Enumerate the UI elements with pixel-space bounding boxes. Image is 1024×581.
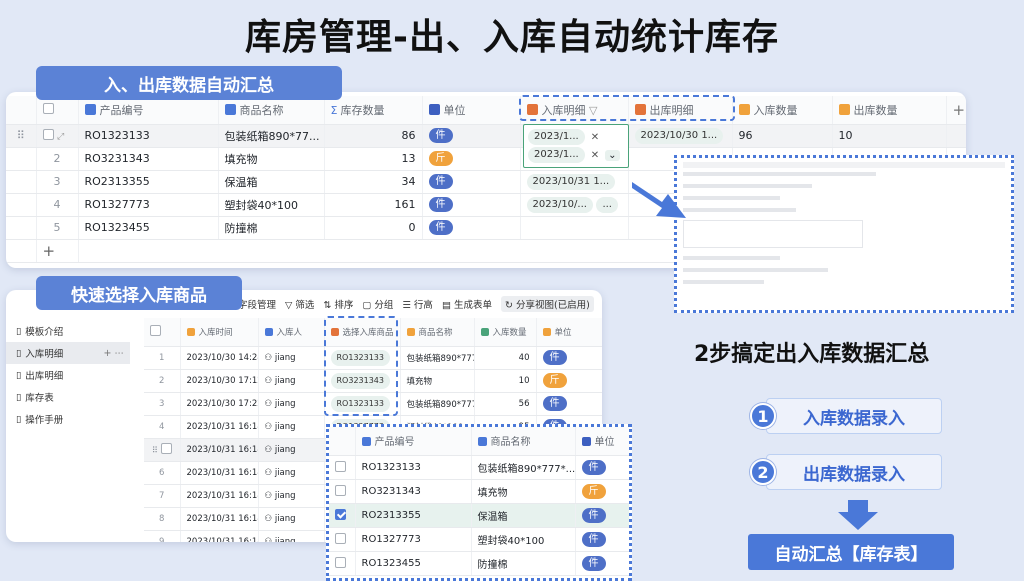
col-in-user[interactable]: 入库人: [258, 318, 325, 347]
col-product-code[interactable]: 产品编号: [78, 96, 219, 125]
select-all-checkbox[interactable]: [42, 103, 54, 115]
add-row-button[interactable]: +: [36, 239, 79, 263]
picker-row[interactable]: RO1323455 防撞棉件: [329, 551, 629, 576]
cell-name[interactable]: 保温箱: [218, 170, 325, 194]
picker-checkbox[interactable]: [335, 484, 346, 496]
toolbar-fields[interactable]: 字段管理: [238, 297, 276, 311]
cell-unit[interactable]: 件: [422, 216, 521, 240]
add-icon[interactable]: + ⋯: [104, 348, 124, 359]
record-detail-preview: [674, 155, 1014, 313]
cell-code[interactable]: RO1327773: [78, 193, 219, 217]
row-checkbox[interactable]: [42, 129, 54, 140]
picker-row[interactable]: RO3231343 填充物斤: [329, 479, 629, 504]
picker-checkbox[interactable]: [335, 556, 346, 568]
toolbar-sort[interactable]: ⇅ 排序: [323, 297, 353, 311]
cell-code[interactable]: RO3231343: [78, 147, 219, 171]
step-2: 2 出库数据录入: [750, 454, 942, 490]
col-in-qty[interactable]: 入库数量: [474, 318, 537, 347]
cell-name[interactable]: 塑封袋40*100: [218, 193, 325, 217]
cell-in-detail[interactable]: [520, 216, 629, 240]
in-out-detail-highlight: [519, 95, 735, 121]
col-in-time[interactable]: 入库时间: [180, 318, 259, 347]
cell-in-detail[interactable]: 2023/10/31 1...: [520, 170, 629, 194]
in-detail-editor[interactable]: 2023/1... ✕ 2023/1... ✕ ⌄: [523, 124, 629, 168]
cell-code[interactable]: RO1323133: [78, 124, 219, 148]
picker-checkbox[interactable]: [335, 508, 346, 520]
formula-icon: Σ: [330, 103, 338, 117]
toolbar-share[interactable]: ↻ 分享视图(已启用): [500, 296, 594, 312]
cell-stock[interactable]: 13: [324, 147, 423, 171]
cell-stock[interactable]: 0: [324, 216, 423, 240]
cell-in-detail[interactable]: 2023/10/... ...: [520, 193, 629, 217]
sidebar-item-manual[interactable]: ▯ 操作手册: [6, 408, 130, 430]
cell-out-detail[interactable]: 2023/10/30 1...: [628, 124, 733, 148]
table-row[interactable]: ⠿ ⤢ RO1323133 包装纸箱890*77... 86 件 2023/10…: [6, 124, 966, 148]
sidebar-item-inbound[interactable]: ▯ 入库明细 + ⋯: [6, 342, 130, 364]
cell-code[interactable]: RO1323455: [78, 216, 219, 240]
cell-unit[interactable]: 斤: [422, 147, 521, 171]
view-toolbar: 字段管理 ▽ 筛选 ⇅ 排序 ▢ 分组 ☰ 行高 ▤ 生成表单 ↻ 分享视图(已…: [238, 296, 602, 312]
row-number: 3: [36, 170, 79, 194]
remove-icon[interactable]: ✕: [591, 132, 599, 143]
toolbar-form[interactable]: ▤ 生成表单: [442, 297, 492, 311]
product-picker[interactable]: 产品编号 商品名称 单位 RO1323133 包装纸箱890*777*... 件 R…: [326, 424, 632, 581]
unit-badge: 件: [428, 197, 453, 212]
col-unit[interactable]: 单位: [422, 96, 521, 125]
remove-icon[interactable]: ✕: [591, 150, 599, 161]
col-product-name[interactable]: 商品名称: [400, 318, 475, 347]
cell-name[interactable]: 包装纸箱890*77...: [218, 124, 325, 148]
picker-row[interactable]: RO1327773 塑封袋40*100 件: [329, 527, 629, 552]
unit-badge: 件: [428, 174, 453, 189]
expand-icon[interactable]: ⤢: [57, 132, 64, 142]
add-column-button[interactable]: +: [946, 96, 966, 125]
row-number: 4: [36, 193, 79, 217]
unit-badge: 件: [428, 220, 453, 235]
cell-stock[interactable]: 34: [324, 170, 423, 194]
toolbar-filter[interactable]: ▽ 筛选: [285, 297, 314, 311]
sidebar: ▯ 模板介绍 ▯ 入库明细 + ⋯ ▯ 出库明细 ▯ 库存表 ▯ 操作手册: [6, 320, 130, 430]
cell-in-qty[interactable]: 96: [732, 124, 833, 148]
cell-name[interactable]: 填充物: [218, 147, 325, 171]
steps-title: 2步搞定出入库数据汇总: [694, 342, 930, 367]
sidebar-item-outbound[interactable]: ▯ 出库明细: [6, 364, 130, 386]
toolbar-row-height[interactable]: ☰ 行高: [402, 297, 433, 311]
cell-unit[interactable]: 件: [422, 170, 521, 194]
cell-out-qty[interactable]: 10: [832, 124, 947, 148]
unit-badge: 件: [428, 128, 453, 143]
result-box: 自动汇总【库存表】: [748, 534, 954, 570]
section-tag-select: 快速选择入库商品: [36, 276, 242, 310]
sidebar-item-stock[interactable]: ▯ 库存表: [6, 386, 130, 408]
toolbar-group[interactable]: ▢ 分组: [362, 297, 393, 311]
col-out-qty[interactable]: 出库数量: [832, 96, 947, 125]
picker-checkbox[interactable]: [335, 460, 346, 472]
cell-name[interactable]: 防撞棉: [218, 216, 325, 240]
picker-row[interactable]: RO1323133 包装纸箱890*777*... 件: [329, 455, 629, 480]
step-1: 1 入库数据录入: [750, 398, 942, 434]
summary-header-row: 产品编号 商品名称 Σ 库存数量 单位 入库明细 ▽ 出库明细 入库数量 出库数量…: [6, 96, 966, 125]
down-arrow-icon: [838, 500, 878, 530]
col-product-name[interactable]: 商品名称: [218, 96, 325, 125]
drag-handle-icon[interactable]: ⠿: [6, 124, 37, 148]
arrow-icon: [632, 182, 686, 218]
cell-stock[interactable]: 161: [324, 193, 423, 217]
unit-badge: 斤: [428, 151, 453, 166]
cell-stock[interactable]: 86: [324, 124, 423, 148]
chevron-down-icon[interactable]: ⌄: [605, 149, 620, 161]
select-product-highlight: [324, 316, 398, 416]
row-number: 2: [36, 147, 79, 171]
picker-row[interactable]: RO2313355 保温箱件: [329, 503, 629, 528]
picker-checkbox[interactable]: [335, 532, 346, 544]
cell-unit[interactable]: 件: [422, 193, 521, 217]
sidebar-item-intro[interactable]: ▯ 模板介绍: [6, 320, 130, 342]
col-in-qty[interactable]: 入库数量: [732, 96, 833, 125]
cell-code[interactable]: RO2313355: [78, 170, 219, 194]
row-number: 5: [36, 216, 79, 240]
cell-unit[interactable]: 件: [422, 124, 521, 148]
page-title: 库房管理-出、入库自动统计库存: [245, 17, 779, 58]
col-unit[interactable]: 单位: [536, 318, 602, 347]
section-tag-summary: 入、出库数据自动汇总: [36, 66, 342, 100]
col-stock[interactable]: Σ 库存数量: [324, 96, 423, 125]
